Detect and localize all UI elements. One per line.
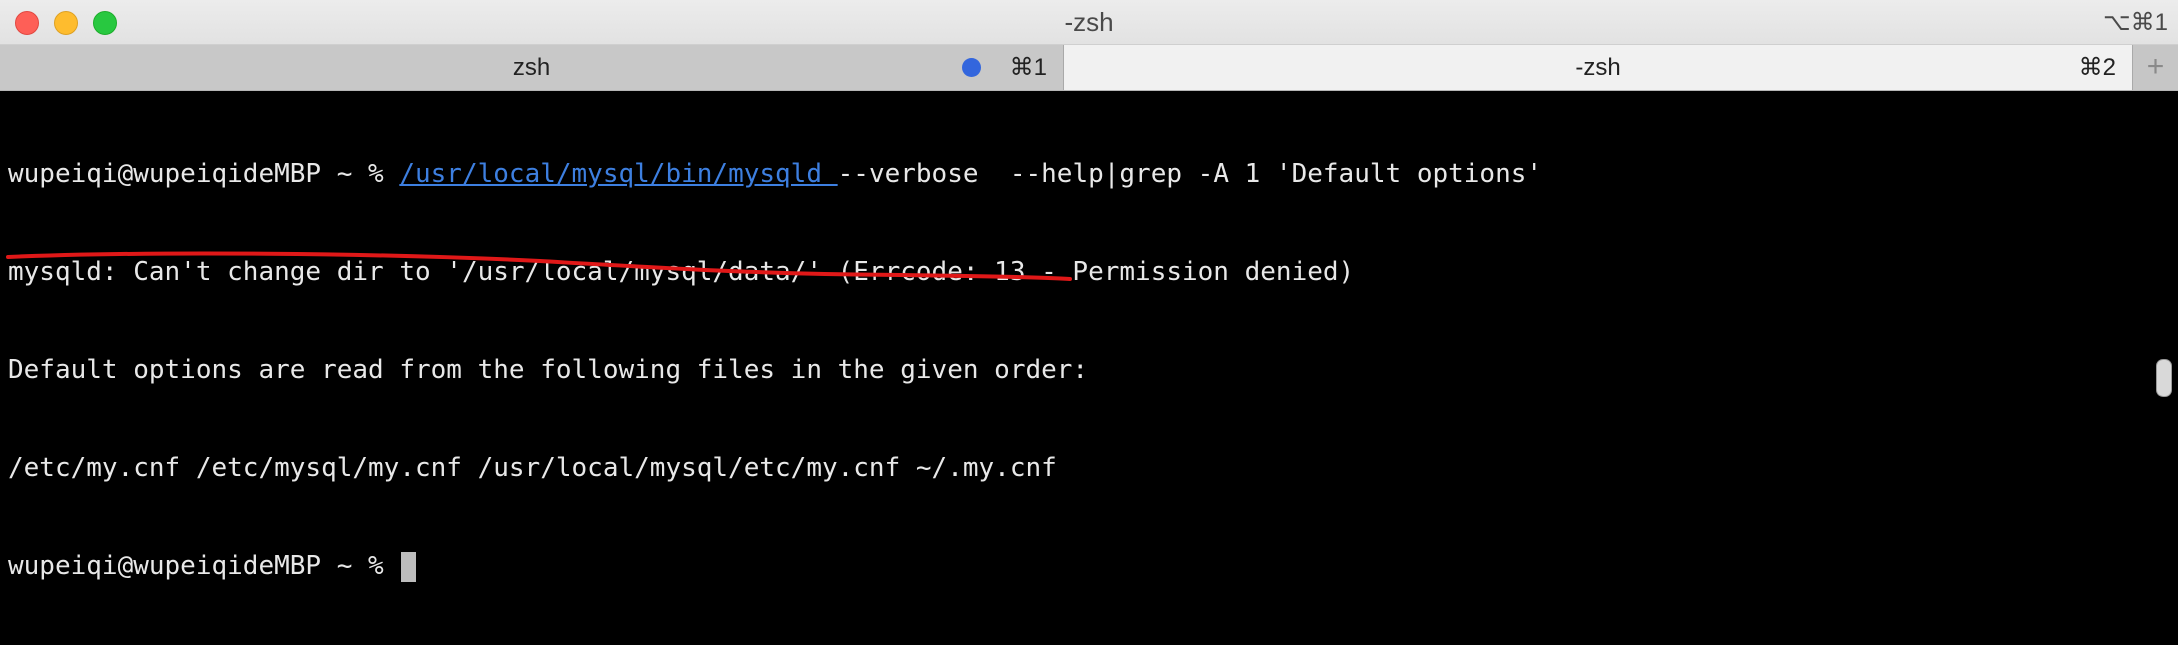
tab-zsh[interactable]: zsh ⌘1 bbox=[0, 45, 1064, 90]
terminal-window: -zsh ⌥⌘1 zsh ⌘1 -zsh ⌘2 + wupeiqi@wupeiq… bbox=[0, 0, 2178, 582]
plus-icon: + bbox=[2146, 50, 2165, 83]
output-line: /etc/my.cnf /etc/mysql/my.cnf /usr/local… bbox=[8, 453, 1057, 483]
tab-shortcut: ⌘1 bbox=[1009, 54, 1047, 81]
text-cursor bbox=[401, 551, 417, 582]
tab-label: zsh bbox=[512, 54, 551, 81]
window-title: -zsh bbox=[1064, 7, 1114, 37]
title-bar: -zsh ⌥⌘1 bbox=[0, 0, 2178, 45]
prompt: wupeiqi@wupeiqideMBP ~ % bbox=[8, 551, 400, 581]
window-shortcut: ⌥⌘1 bbox=[2102, 9, 2168, 36]
red-underline-annotation bbox=[6, 251, 1072, 281]
activity-indicator-icon bbox=[962, 58, 981, 77]
new-tab-button[interactable]: + bbox=[2132, 45, 2178, 90]
scrollbar-thumb[interactable] bbox=[2156, 359, 2172, 397]
tab-label: -zsh bbox=[1575, 54, 1621, 81]
tab-login-zsh[interactable]: -zsh ⌘2 bbox=[1064, 45, 2132, 90]
tab-shortcut: ⌘2 bbox=[2078, 54, 2116, 81]
current-prompt-line: wupeiqi@wupeiqideMBP ~ % bbox=[8, 547, 1542, 585]
tab-bar: zsh ⌘1 -zsh ⌘2 + bbox=[0, 45, 2178, 91]
red-underline-stroke bbox=[6, 251, 1072, 281]
terminal-content[interactable]: wupeiqi@wupeiqideMBP ~ % /usr/local/mysq… bbox=[0, 91, 2178, 582]
